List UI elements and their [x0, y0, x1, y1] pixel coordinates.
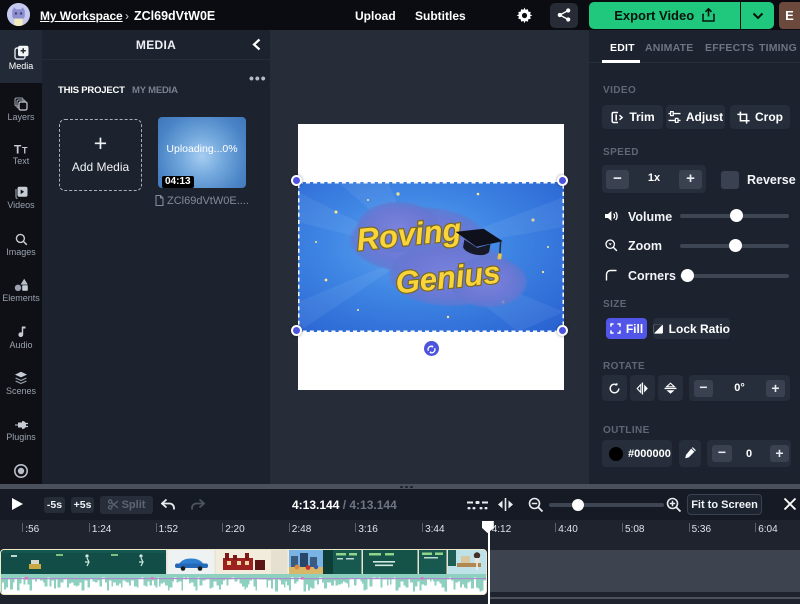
svg-text:T: T	[22, 146, 28, 156]
svg-text:T: T	[14, 143, 22, 155]
